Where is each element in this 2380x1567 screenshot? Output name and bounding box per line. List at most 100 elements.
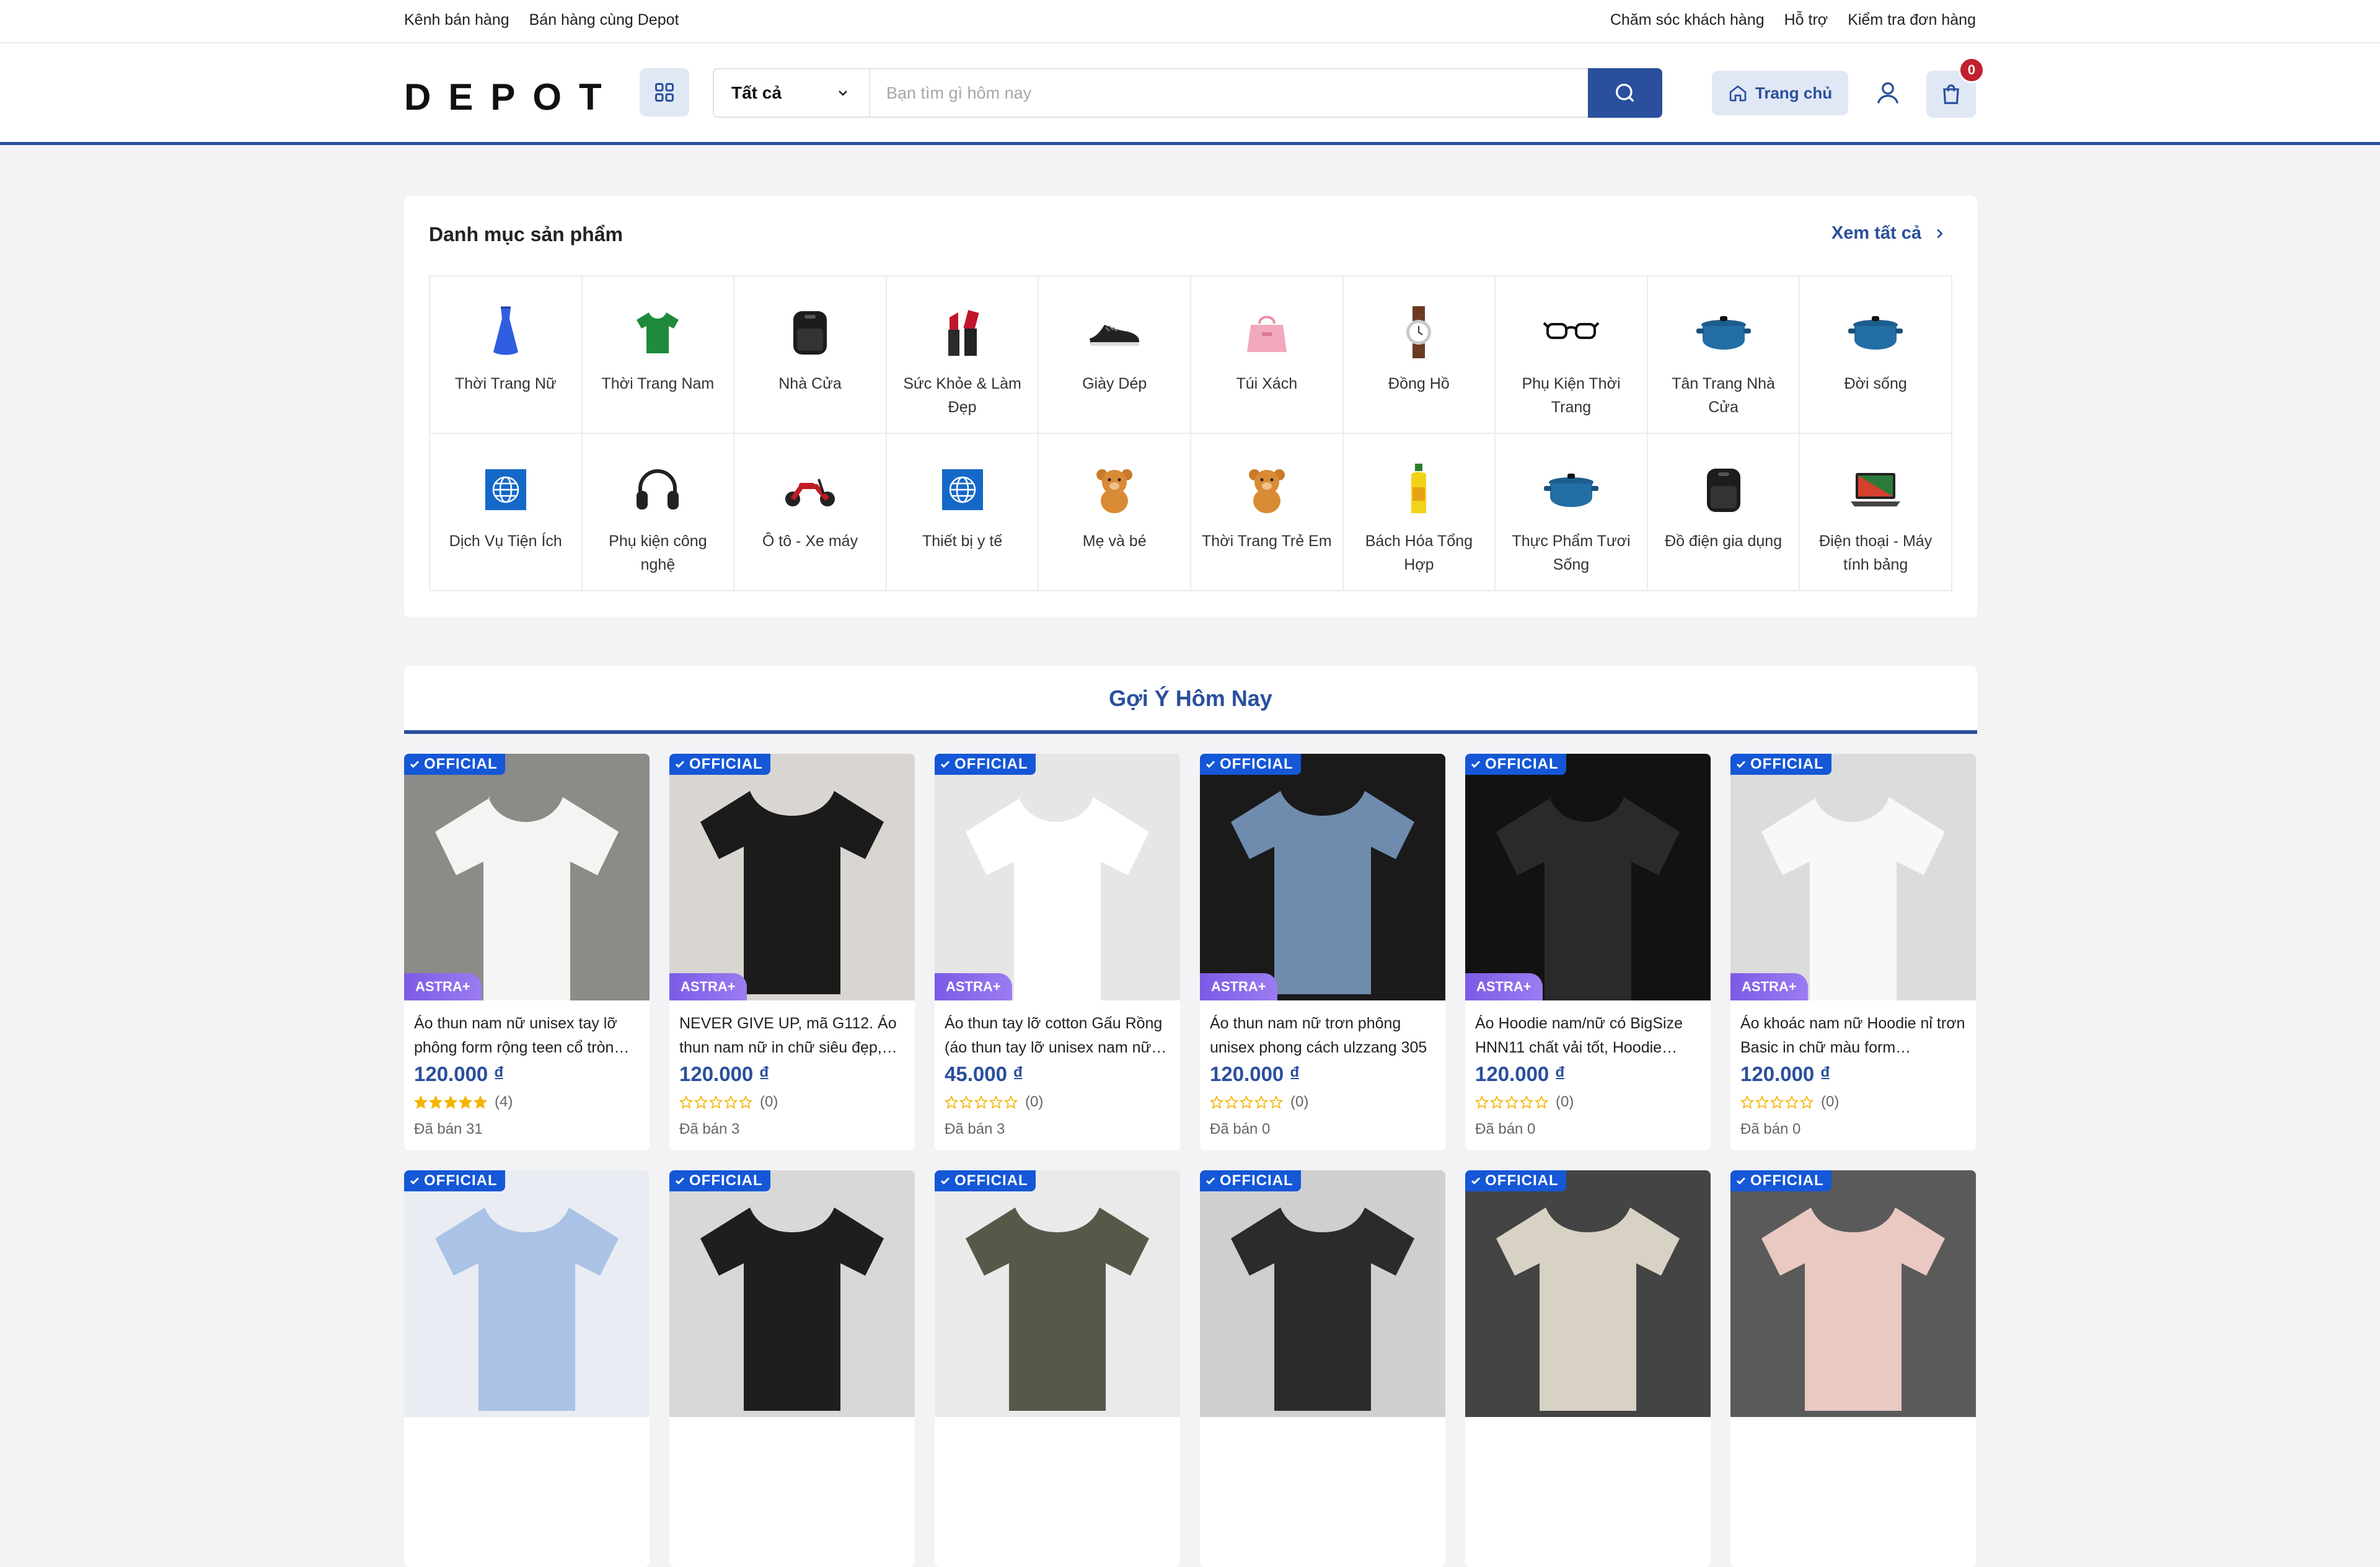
category-item-tan-trang-nha-cua[interactable]: Tân Trang Nhà Cửa	[1647, 276, 1800, 434]
category-item-dich-vu-tien-ich[interactable]: Dịch Vụ Tiện Ích	[430, 434, 583, 591]
review-count: (0)	[1025, 1093, 1044, 1110]
product-photo-illustration	[966, 1207, 1149, 1411]
official-badge: OFFICIAL	[669, 1170, 770, 1191]
product-card[interactable]: OFFICIAL ASTRA+ Áo thun nam nữ unisex tay …	[404, 754, 650, 1150]
view-all-categories-link[interactable]: Xem tất cả	[1831, 223, 1946, 244]
product-price: 120.000 ₫	[1740, 1062, 1831, 1085]
product-photo-illustration	[1496, 797, 1680, 1000]
product-name[interactable]: Áo thun nam nữ trơn phông unisex phong c…	[1210, 1012, 1435, 1060]
search-input[interactable]	[886, 76, 1556, 110]
product-image[interactable]: OFFICIAL	[1465, 1170, 1711, 1417]
official-label: OFFICIAL	[1220, 1172, 1294, 1189]
category-item-thuc-pham-tuoi-song[interactable]: Thực Phẩm Tươi Sống	[1496, 434, 1648, 591]
category-item-me-va-be[interactable]: Mẹ và bé	[1039, 434, 1191, 591]
category-item-do-dien-gia-dung[interactable]: Đồ điện gia dụng	[1647, 434, 1800, 591]
order-check-link[interactable]: Kiểm tra đơn hàng	[1848, 11, 1976, 29]
category-item-suc-khoe-lam-dep[interactable]: Sức Khỏe & Làm Đẹp	[886, 276, 1039, 434]
search-icon	[1616, 84, 1634, 102]
pot-icon	[1543, 474, 1598, 507]
product-card[interactable]: OFFICIAL ASTRA+ NEVER GIVE UP, mã G112. Áo…	[669, 754, 915, 1150]
category-label: Thiết bị y tế	[922, 532, 1003, 550]
product-card[interactable]: OFFICIAL	[935, 1170, 1180, 1567]
product-image[interactable]: OFFICIAL ASTRA+	[1730, 754, 1976, 1000]
search-category-select[interactable]: Tất cả	[714, 69, 870, 117]
category-menu-button[interactable]	[640, 68, 689, 117]
astra-badge: ASTRA+	[935, 973, 1012, 1000]
search-button[interactable]	[1588, 68, 1662, 118]
product-image[interactable]: OFFICIAL	[669, 1170, 915, 1417]
category-item-dien-thoai-may-tinh-bang[interactable]: Điện thoại - Máy tính bảng	[1800, 434, 1952, 591]
star-outline-icon	[739, 1095, 752, 1109]
product-rating: (0)	[1210, 1093, 1435, 1111]
sold-count: Đã bán 0	[1475, 1121, 1536, 1137]
support-link[interactable]: Hỗ trợ	[1784, 11, 1828, 29]
product-name[interactable]: Áo thun nam nữ unisex tay lỡ phông form …	[414, 1012, 640, 1060]
category-item-phu-kien-thoi-trang[interactable]: Phụ Kiện Thời Trang	[1496, 276, 1648, 434]
product-card[interactable]: OFFICIAL ASTRA+ Áo Hoodie nam/nữ có BigSiz…	[1465, 754, 1711, 1150]
category-label: Đồ điện gia dụng	[1665, 532, 1783, 550]
product-image[interactable]: OFFICIAL ASTRA+	[1465, 754, 1711, 1000]
product-photo-illustration	[1496, 1207, 1680, 1411]
category-label: Phụ kiện công nghệ	[609, 532, 707, 573]
category-item-tui-xach[interactable]: Túi Xách	[1191, 276, 1344, 434]
customer-care-link[interactable]: Chăm sóc khách hàng	[1610, 11, 1765, 29]
category-item-thoi-trang-nu[interactable]: Thời Trang Nữ	[430, 276, 583, 434]
category-item-thoi-trang-tre-em[interactable]: Thời Trang Trẻ Em	[1191, 434, 1344, 591]
home-button[interactable]: Trang chủ	[1712, 71, 1848, 115]
category-item-nha-cua[interactable]: Nhà Cửa	[734, 276, 887, 434]
official-label: OFFICIAL	[954, 756, 1028, 772]
category-item-thiet-bi-y-te[interactable]: Thiết bị y tế	[886, 434, 1039, 591]
product-image[interactable]: OFFICIAL ASTRA+	[935, 754, 1180, 1000]
product-name[interactable]: NEVER GIVE UP, mã G112. Áo thun nam nữ i…	[679, 1012, 905, 1060]
star-filled-icon	[414, 1095, 428, 1109]
product-image[interactable]: OFFICIAL	[1200, 1170, 1445, 1417]
product-image[interactable]: OFFICIAL	[935, 1170, 1180, 1417]
category-item-doi-song[interactable]: Đời sống	[1800, 276, 1952, 434]
review-count: (0)	[1290, 1093, 1309, 1110]
product-card[interactable]: OFFICIAL	[404, 1170, 650, 1567]
product-image[interactable]: OFFICIAL	[404, 1170, 650, 1417]
product-price: 120.000 ₫	[1210, 1062, 1300, 1085]
category-item-o-to-xe-may[interactable]: Ô tô - Xe máy	[734, 434, 887, 591]
product-name[interactable]: Áo thun tay lỡ cotton Gấu Rồng (áo thun …	[945, 1012, 1170, 1060]
depot-logo[interactable]: DEPOT	[404, 76, 619, 118]
product-image[interactable]: OFFICIAL ASTRA+	[404, 754, 650, 1000]
astra-badge: ASTRA+	[1730, 973, 1808, 1000]
category-label: Ô tô - Xe máy	[762, 532, 858, 550]
category-item-phu-kien-cong-nghe[interactable]: Phụ kiện công nghệ	[582, 434, 735, 591]
category-item-dong-ho[interactable]: Đồng Hồ	[1343, 276, 1496, 434]
category-item-thoi-trang-nam[interactable]: Thời Trang Nam	[582, 276, 735, 434]
product-card[interactable]: OFFICIAL	[1465, 1170, 1711, 1567]
product-card[interactable]: OFFICIAL	[1200, 1170, 1445, 1567]
product-card[interactable]: OFFICIAL	[1730, 1170, 1976, 1567]
star-outline-icon	[974, 1095, 988, 1109]
product-image[interactable]: OFFICIAL ASTRA+	[669, 754, 915, 1000]
product-image[interactable]: OFFICIAL	[1730, 1170, 1976, 1417]
product-rating: (0)	[945, 1093, 1170, 1111]
category-label: Sức Khỏe & Làm Đẹp	[903, 375, 1021, 416]
category-item-bach-hoa-tong-hop[interactable]: Bách Hóa Tổng Hợp	[1343, 434, 1496, 591]
product-image[interactable]: OFFICIAL ASTRA+	[1200, 754, 1445, 1000]
product-name[interactable]: Áo Hoodie nam/nữ có BigSize HNN11 chất v…	[1475, 1012, 1701, 1060]
headphones-icon	[637, 469, 679, 510]
product-photo-illustration	[700, 1207, 884, 1411]
product-card[interactable]: OFFICIAL ASTRA+ Áo thun tay lỡ cotton Gấu …	[935, 754, 1180, 1150]
product-name[interactable]: Áo khoác nam nữ Hoodie nỉ trơn Basic in …	[1740, 1012, 1966, 1060]
seller-channel-link[interactable]: Kênh bán hàng	[404, 11, 509, 29]
product-card[interactable]: OFFICIAL ASTRA+ Áo khoác nam nữ Hoodie nỉ …	[1730, 754, 1976, 1150]
product-card[interactable]: OFFICIAL	[669, 1170, 915, 1567]
astra-badge: ASTRA+	[1465, 973, 1543, 1000]
star-outline-icon	[1210, 1095, 1223, 1109]
star-outline-icon	[694, 1095, 708, 1109]
product-price: 45.000 ₫	[945, 1062, 1024, 1085]
category-item-giay-dep[interactable]: Giày Dép	[1039, 276, 1191, 434]
star-outline-icon	[1535, 1095, 1548, 1109]
account-button[interactable]	[1866, 71, 1910, 115]
pot-icon	[1696, 316, 1751, 350]
star-outline-icon	[1770, 1095, 1784, 1109]
lipstick-icon	[948, 310, 979, 356]
product-photo-illustration	[1761, 797, 1945, 1000]
product-card[interactable]: OFFICIAL ASTRA+ Áo thun nam nữ trơn phông …	[1200, 754, 1445, 1150]
sell-with-depot-link[interactable]: Bán hàng cùng Depot	[529, 11, 679, 29]
check-icon	[675, 761, 685, 768]
